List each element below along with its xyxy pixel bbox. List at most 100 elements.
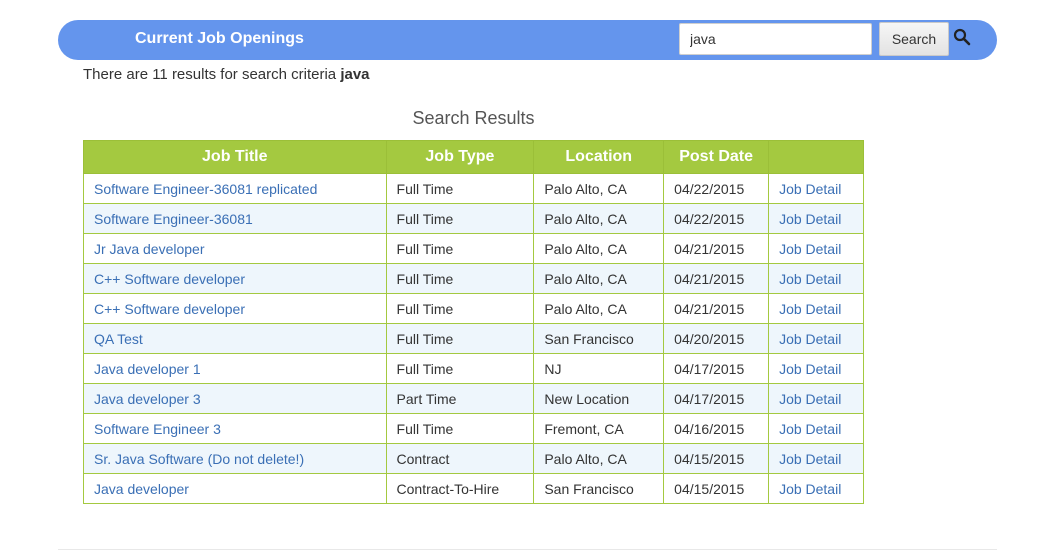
job-title-link[interactable]: Sr. Java Software (Do not delete!) (94, 451, 304, 467)
job-detail-cell: Job Detail (768, 323, 864, 354)
location-cell: Palo Alto, CA (533, 263, 665, 294)
job-detail-link[interactable]: Job Detail (779, 241, 841, 257)
job-detail-cell: Job Detail (768, 203, 864, 234)
job-title-cell: C++ Software developer (83, 263, 387, 294)
location-cell: Palo Alto, CA (533, 203, 665, 234)
post-date-cell: 04/22/2015 (663, 173, 770, 204)
job-detail-cell: Job Detail (768, 443, 864, 474)
table-row: Java developer 1 Full Time NJ 04/17/2015 Job… (83, 353, 864, 384)
job-title-link[interactable]: Software Engineer 3 (94, 421, 221, 437)
post-date-cell: 04/17/2015 (663, 383, 770, 414)
job-title-link[interactable]: Java developer (94, 481, 189, 497)
table-row: Java developer Contract-To-Hire San Franci… (83, 473, 864, 504)
job-detail-link[interactable]: Job Detail (779, 391, 841, 407)
job-type-cell: Full Time (385, 263, 535, 294)
job-type-cell: Full Time (385, 203, 535, 234)
footer-divider (58, 549, 997, 550)
table-row: QA Test Full Time San Francisco 04/20/2015 J… (83, 323, 864, 354)
job-detail-cell: Job Detail (768, 233, 864, 264)
location-cell: NJ (533, 353, 665, 384)
search-button[interactable]: Search (879, 22, 949, 56)
location-cell: Palo Alto, CA (533, 173, 665, 204)
column-header-actions (768, 140, 864, 174)
job-type-cell: Full Time (385, 413, 535, 444)
table-row: C++ Software developer Full Time Palo Alto… (83, 263, 864, 294)
job-detail-link[interactable]: Job Detail (779, 331, 841, 347)
table-header-row: Job Title Job Type Location Post Date (83, 140, 864, 174)
job-title-link[interactable]: C++ Software developer (94, 271, 245, 287)
results-title: Search Results (412, 108, 535, 128)
table-row: C++ Software developer Full Time Palo Alto… (83, 293, 864, 324)
job-title-cell: C++ Software developer (83, 293, 387, 324)
job-type-cell: Full Time (385, 353, 535, 384)
job-detail-link[interactable]: Job Detail (779, 451, 841, 467)
search-icon[interactable] (953, 28, 971, 46)
job-type-cell: Full Time (385, 233, 535, 264)
job-detail-link[interactable]: Job Detail (779, 301, 841, 317)
post-date-cell: 04/15/2015 (663, 473, 770, 504)
job-detail-cell: Job Detail (768, 263, 864, 294)
location-cell: Fremont, CA (533, 413, 665, 444)
job-detail-link[interactable]: Job Detail (779, 421, 841, 437)
results-table-body: Software Engineer-36081 replicated Full T… (83, 173, 864, 504)
post-date-cell: 04/21/2015 (663, 263, 770, 294)
column-header-job-type: Job Type (385, 140, 535, 174)
post-date-cell: 04/21/2015 (663, 233, 770, 264)
job-title-link[interactable]: Jr Java developer (94, 241, 205, 257)
location-cell: Palo Alto, CA (533, 233, 665, 264)
job-detail-cell: Job Detail (768, 353, 864, 384)
location-cell: New Location (533, 383, 665, 414)
job-title-cell: Software Engineer-36081 replicated (83, 173, 387, 204)
job-detail-link[interactable]: Job Detail (779, 271, 841, 287)
job-detail-cell: Job Detail (768, 413, 864, 444)
location-cell: San Francisco (533, 473, 665, 504)
job-title-cell: QA Test (83, 323, 387, 354)
job-type-cell: Contract (385, 443, 535, 474)
job-title-cell: Sr. Java Software (Do not delete!) (83, 443, 387, 474)
job-detail-cell: Job Detail (768, 173, 864, 204)
job-detail-cell: Job Detail (768, 293, 864, 324)
location-cell: Palo Alto, CA (533, 443, 665, 474)
job-title-link[interactable]: Java developer 3 (94, 391, 201, 407)
post-date-cell: 04/17/2015 (663, 353, 770, 384)
location-cell: San Francisco (533, 323, 665, 354)
header-bar: Current Job Openings Search (58, 20, 997, 60)
job-detail-cell: Job Detail (768, 383, 864, 414)
post-date-cell: 04/22/2015 (663, 203, 770, 234)
job-type-cell: Full Time (385, 293, 535, 324)
job-title-link[interactable]: QA Test (94, 331, 143, 347)
post-date-cell: 04/16/2015 (663, 413, 770, 444)
table-row: Software Engineer 3 Full Time Fremont, CA 0… (83, 413, 864, 444)
job-title-link[interactable]: C++ Software developer (94, 301, 245, 317)
column-header-location: Location (533, 140, 665, 174)
job-type-cell: Full Time (385, 323, 535, 354)
job-title-cell: Jr Java developer (83, 233, 387, 264)
search-input[interactable] (679, 23, 872, 55)
post-date-cell: 04/15/2015 (663, 443, 770, 474)
column-header-job-title: Job Title (83, 140, 387, 174)
job-title-link[interactable]: Software Engineer-36081 (94, 211, 253, 227)
job-type-cell: Contract-To-Hire (385, 473, 535, 504)
job-detail-link[interactable]: Job Detail (779, 361, 841, 377)
column-header-post-date: Post Date (663, 140, 770, 174)
post-date-cell: 04/20/2015 (663, 323, 770, 354)
job-title-cell: Java developer 1 (83, 353, 387, 384)
job-type-cell: Full Time (385, 173, 535, 204)
job-detail-link[interactable]: Job Detail (779, 211, 841, 227)
table-row: Software Engineer-36081 Full Time Palo Alt… (83, 203, 864, 234)
table-row: Jr Java developer Full Time Palo Alto, CA 0… (83, 233, 864, 264)
search-term: java (340, 66, 370, 83)
job-detail-link[interactable]: Job Detail (779, 181, 841, 197)
job-title-cell: Java developer (83, 473, 387, 504)
table-row: Sr. Java Software (Do not delete!) Contra… (83, 443, 864, 474)
results-table: Job Title Job Type Location Post Date So… (83, 140, 864, 504)
table-row: Software Engineer-36081 replicated Full T… (83, 173, 864, 204)
job-title-link[interactable]: Java developer 1 (94, 361, 201, 377)
job-detail-link[interactable]: Job Detail (779, 481, 841, 497)
job-title-link[interactable]: Software Engineer-36081 replicated (94, 181, 317, 197)
results-summary-text: There are 11 results for search criteria (83, 66, 341, 83)
table-row: Java developer 3 Part Time New Location 04/… (83, 383, 864, 414)
job-title-cell: Java developer 3 (83, 383, 387, 414)
job-detail-cell: Job Detail (768, 473, 864, 504)
results-summary: There are 11 results for search criteria… (83, 66, 370, 83)
